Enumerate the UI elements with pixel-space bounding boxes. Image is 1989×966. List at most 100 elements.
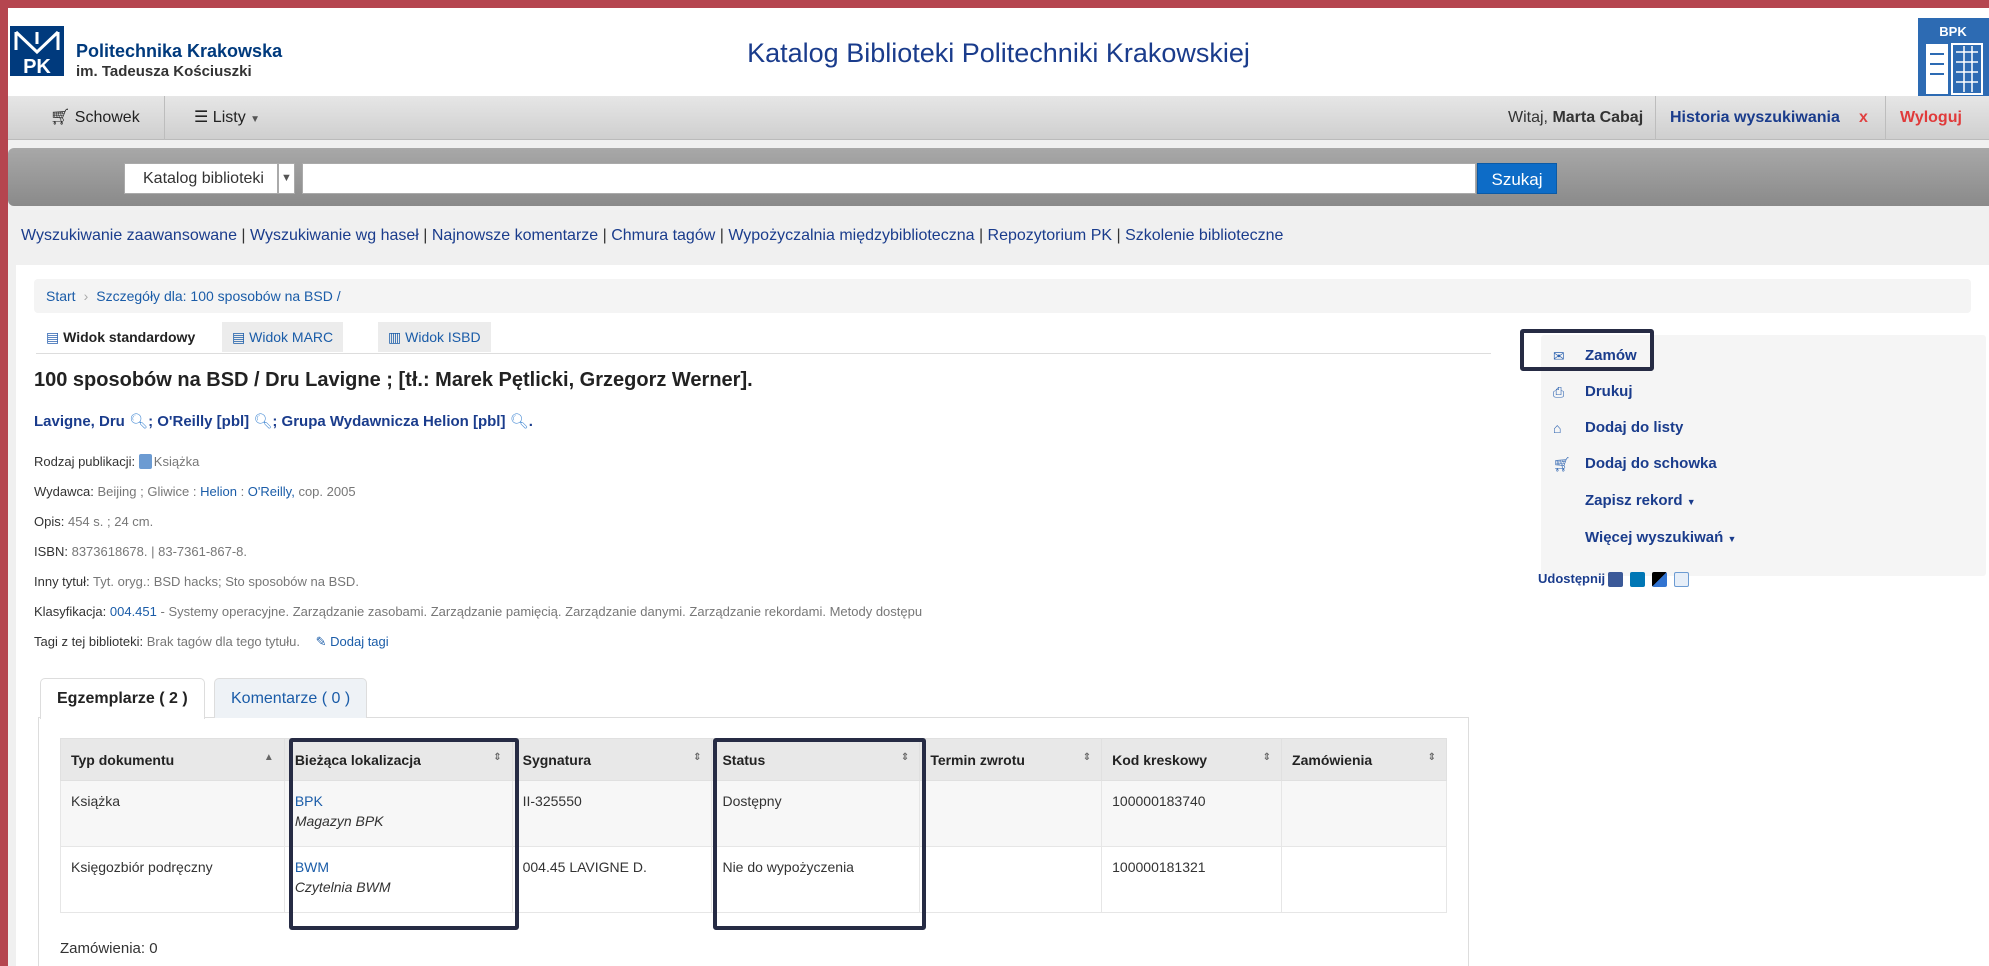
document-icon: ▤ xyxy=(46,329,60,345)
search-icon[interactable]: 🔍︎ xyxy=(129,413,148,430)
search-bar: Katalog biblioteki ▼ Szukaj xyxy=(8,148,1989,206)
tab-marc-view[interactable]: ▤ Widok MARC xyxy=(222,322,344,352)
tab-label: Widok ISBD xyxy=(405,329,481,345)
clipboard-button[interactable]: 🛒︎ Schowek xyxy=(50,96,140,140)
save-record-menu[interactable]: Zapisz rekord ▼ xyxy=(1585,492,1696,509)
nav-divider xyxy=(164,96,165,140)
linkedin-icon[interactable] xyxy=(1630,572,1645,587)
clipboard-label: Schowek xyxy=(74,109,140,126)
tab-comments[interactable]: Komentarze ( 0 ) xyxy=(214,678,368,718)
cell-holds xyxy=(1281,780,1447,847)
interlibrary-loan-link[interactable]: Wypożyczalnia międzybiblioteczna xyxy=(728,227,974,244)
author-link[interactable]: Lavigne, Dru xyxy=(34,413,125,430)
tabs-divider xyxy=(36,353,1491,354)
publisher-link[interactable]: O'Reilly, xyxy=(248,484,295,499)
tab-isbd-view[interactable]: ▥ Widok ISBD xyxy=(378,322,491,352)
bpk-logo[interactable]: BPK xyxy=(1906,18,1989,106)
column-header[interactable]: Zamówienia ⇕ xyxy=(1281,738,1447,781)
field-value: 8373618678. | 83-7361-867-8. xyxy=(71,544,248,559)
cart-icon: 🛒︎ xyxy=(1553,456,1571,472)
reservations-count: Zamówienia: 0 xyxy=(60,940,158,957)
cart-icon: 🛒︎ xyxy=(50,109,71,126)
library-training-link[interactable]: Szkolenie biblioteczne xyxy=(1125,227,1283,244)
column-header[interactable]: Termin zwrotu ⇕ xyxy=(919,738,1103,781)
delicious-icon[interactable] xyxy=(1652,572,1667,587)
pencil-icon: ✎ xyxy=(315,634,327,649)
user-name[interactable]: Marta Cabaj xyxy=(1552,109,1643,126)
classification-link[interactable]: 004.451 xyxy=(110,604,157,619)
record-publisher: Wydawca: Beijing ; Gliwice : Helion : O'… xyxy=(34,484,356,499)
search-history-link[interactable]: Historia wyszukiwania xyxy=(1670,96,1840,140)
record-type: Rodzaj publikacji: Książka xyxy=(34,454,199,469)
search-icon[interactable]: 🔍︎ xyxy=(510,413,529,430)
book-icon: ▥ xyxy=(388,329,402,345)
quick-links: Wyszukiwanie zaawansowane | Wyszukiwanie… xyxy=(21,227,1284,244)
column-header[interactable]: Sygnatura ⇕ xyxy=(511,738,713,781)
list-icon: ☰ xyxy=(194,109,209,126)
tab-items[interactable]: Egzemplarze ( 2 ) xyxy=(40,678,205,719)
more-searches-menu[interactable]: Więcej wyszukiwań ▼ xyxy=(1585,529,1736,546)
sort-icon: ⇕ xyxy=(693,752,702,763)
breadcrumb: Start › Szczegóły dla: 100 sposobów na BSD… xyxy=(34,279,1971,313)
welcome-text: Witaj, Marta Cabaj xyxy=(1508,96,1643,140)
chevron-down-icon: ▼ xyxy=(1727,534,1737,544)
tab-standard-view[interactable]: ▤ Widok standardowy xyxy=(36,322,206,352)
browse-headings-link[interactable]: Wyszukiwanie wg haseł xyxy=(250,227,419,244)
cell-type: Książka xyxy=(60,780,285,847)
repository-link[interactable]: Repozytorium PK xyxy=(988,227,1113,244)
search-input[interactable] xyxy=(302,163,1476,194)
sort-icon: ⇕ xyxy=(1262,752,1272,763)
logout-link[interactable]: Wyloguj xyxy=(1900,96,1962,140)
advanced-search-link[interactable]: Wyszukiwanie zaawansowane xyxy=(21,227,237,244)
record-other-title: Inny tytuł: Tyt. oryg.: BSD hacks; Sto s… xyxy=(34,574,359,589)
cell-due-date xyxy=(919,846,1103,913)
breadcrumb-details[interactable]: Szczegóły dla: 100 sposobów na BSD / xyxy=(96,288,340,304)
actions-sidebar: ✉ Zamów ⎙ Drukuj ⌂ Dodaj do listy 🛒︎ Dod… xyxy=(1541,335,1986,576)
add-to-list-button[interactable]: Dodaj do listy xyxy=(1585,419,1683,436)
clear-history-button[interactable]: x xyxy=(1859,96,1868,140)
search-icon[interactable]: 🔍︎ xyxy=(253,413,272,430)
field-value: Beijing ; Gliwice : xyxy=(97,484,197,499)
record-isbn: ISBN: 8373618678. | 83-7361-867-8. xyxy=(34,544,247,559)
author-link[interactable]: Grupa Wydawnicza Helion [pbl] xyxy=(282,413,506,430)
bpk-logo-text: BPK xyxy=(1939,24,1967,39)
cell-due-date xyxy=(919,780,1103,847)
author-link[interactable]: O'Reilly [pbl] xyxy=(157,413,249,430)
highlight-box xyxy=(713,738,926,930)
book-icon xyxy=(138,454,152,469)
highlight-box xyxy=(289,738,519,930)
add-tags-link[interactable]: ✎ Dodaj tagi xyxy=(316,634,389,649)
highlight-box xyxy=(1520,329,1654,371)
lists-label: Listy xyxy=(212,109,246,126)
catalog-title: Katalog Biblioteki Politechniki Krakowsk… xyxy=(747,38,1250,68)
header: PK Politechnika Krakowska im. Tadeusza K… xyxy=(8,8,1989,106)
save-record-label: Zapisz rekord xyxy=(1585,492,1683,509)
field-label: Klasyfikacja: xyxy=(34,604,107,619)
facebook-icon[interactable] xyxy=(1608,572,1623,587)
field-label: Inny tytuł: xyxy=(34,574,90,589)
print-button[interactable]: Drukuj xyxy=(1585,383,1633,400)
email-icon[interactable] xyxy=(1674,572,1689,587)
column-header[interactable]: Kod kreskowy ⇕ xyxy=(1101,738,1283,781)
lists-menu[interactable]: ☰ Listy ▼ xyxy=(194,96,260,140)
tag-cloud-link[interactable]: Chmura tagów xyxy=(611,227,715,244)
cell-holds xyxy=(1281,846,1447,913)
column-header[interactable]: Typ dokumentu ▲ xyxy=(60,738,285,781)
record-title: 100 sposobów na BSD / Dru Lavigne ; [tł.… xyxy=(34,369,753,391)
publisher-link[interactable]: Helion xyxy=(200,484,237,499)
chevron-down-icon: ▼ xyxy=(250,114,261,125)
chevron-down-icon[interactable]: ▼ xyxy=(278,163,295,194)
search-button[interactable]: Szukaj xyxy=(1477,163,1557,194)
tab-label: Widok standardowy xyxy=(63,329,196,345)
search-scope-select[interactable]: Katalog biblioteki xyxy=(124,163,278,194)
field-label: Opis: xyxy=(34,514,65,529)
nav-divider xyxy=(1655,96,1656,140)
sort-icon: ⇕ xyxy=(1082,752,1092,763)
cell-barcode: 100000181321 xyxy=(1101,846,1283,913)
add-to-cart-button[interactable]: Dodaj do schowka xyxy=(1585,455,1717,472)
welcome-label: Witaj, xyxy=(1508,109,1548,126)
recent-comments-link[interactable]: Najnowsze komentarze xyxy=(432,227,598,244)
chevron-down-icon: ▼ xyxy=(1686,497,1696,507)
breadcrumb-start[interactable]: Start xyxy=(46,288,76,304)
top-navbar: 🛒︎ Schowek ☰ Listy ▼ Witaj, Marta Cabaj … xyxy=(8,96,1989,140)
